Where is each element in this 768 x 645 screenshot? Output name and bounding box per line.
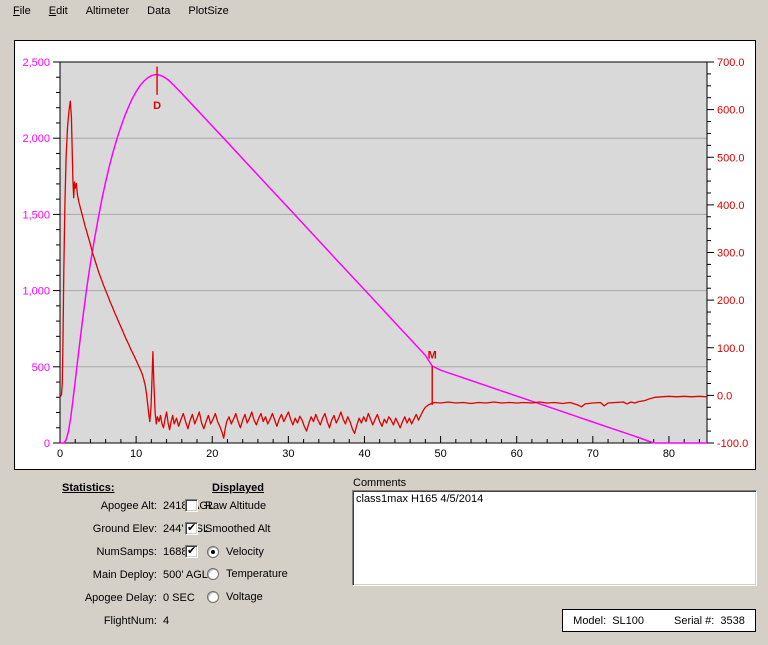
model-label: Model: (573, 615, 606, 627)
stat-label: FlightNum: (14, 615, 157, 627)
smoothed-alt-checkbox[interactable]: ✔ (185, 522, 198, 535)
model-serial-box: Model: SL100 Serial #: 3538 (562, 609, 756, 632)
displayed-title: Displayed (212, 482, 264, 494)
stat-label: Main Deploy: (14, 569, 157, 581)
raw-altitude-checkbox[interactable]: ✔ (185, 499, 198, 512)
stat-value: 4 (163, 615, 169, 627)
svg-text:50: 50 (434, 448, 446, 460)
svg-text:0: 0 (57, 448, 63, 460)
svg-text:500.0: 500.0 (717, 152, 745, 164)
menu-item-edit[interactable]: Edit (40, 2, 77, 20)
svg-text:200.0: 200.0 (717, 295, 745, 307)
serial-label: Serial #: (674, 615, 714, 627)
menu-bar: File Edit Altimeter Data PlotSize (0, 0, 768, 22)
comments-textarea[interactable]: class1max H165 4/5/2014 (352, 490, 757, 586)
svg-text:0.0: 0.0 (717, 390, 732, 402)
statistics-title: Statistics: (62, 482, 115, 494)
raw-altitude-row: ✔ Raw Altitude (185, 499, 266, 512)
svg-text:300.0: 300.0 (717, 248, 745, 260)
svg-text:700.0: 700.0 (717, 57, 745, 69)
stat-row-apogee-delay: Apogee Delay: 0 SEC (14, 592, 314, 604)
svg-text:10: 10 (130, 448, 142, 460)
svg-text:500: 500 (32, 362, 50, 374)
check-icon: ✔ (187, 544, 196, 557)
stat-row-apogee-alt: Apogee Alt: 2418' AGL (14, 500, 314, 512)
svg-text:2,500: 2,500 (22, 57, 50, 69)
svg-text:600.0: 600.0 (717, 105, 745, 117)
check-icon: ✔ (187, 521, 196, 534)
stat-value: 0 SEC (163, 592, 195, 604)
svg-text:30: 30 (282, 448, 294, 460)
voltage-radio[interactable] (207, 591, 219, 603)
voltage-row: Voltage (207, 591, 263, 603)
voltage-label: Voltage (226, 591, 263, 603)
temperature-row: Temperature (207, 568, 288, 580)
serial-value: 3538 (720, 615, 744, 627)
svg-text:0: 0 (44, 438, 50, 450)
menu-item-data[interactable]: Data (138, 2, 179, 20)
stat-row-flightnum: FlightNum: 4 (14, 615, 314, 627)
velocity-row: ✔ Velocity (185, 545, 264, 558)
menu-item-file[interactable]: File (4, 2, 40, 20)
velocity-label: Velocity (226, 546, 264, 558)
svg-text:40: 40 (358, 448, 370, 460)
svg-text:20: 20 (206, 448, 218, 460)
chart-panel: 05001,0001,5002,0002,500-100.00.0100.020… (14, 40, 756, 470)
svg-text:1,500: 1,500 (22, 209, 50, 221)
svg-text:80: 80 (663, 448, 675, 460)
svg-text:D: D (153, 100, 161, 112)
temperature-radio[interactable] (207, 568, 219, 580)
svg-text:M: M (428, 349, 437, 361)
temperature-label: Temperature (226, 568, 288, 580)
stat-row-numsamps: NumSamps: 1688 (14, 546, 314, 558)
svg-text:1,000: 1,000 (22, 286, 50, 298)
svg-text:2,000: 2,000 (22, 133, 50, 145)
model-value: SL100 (612, 615, 644, 627)
overlay-checkbox[interactable]: ✔ (185, 545, 198, 558)
stat-label: NumSamps: (14, 546, 157, 558)
svg-text:100.0: 100.0 (717, 343, 745, 355)
svg-text:400.0: 400.0 (717, 200, 745, 212)
svg-text:-100.0: -100.0 (717, 438, 748, 450)
stat-value: 500' AGL (163, 569, 208, 581)
comments-label: Comments (353, 477, 406, 489)
svg-text:70: 70 (587, 448, 599, 460)
menu-item-altimeter[interactable]: Altimeter (77, 2, 138, 20)
stat-value: 1688 (163, 546, 187, 558)
stat-label: Apogee Alt: (14, 500, 157, 512)
svg-text:60: 60 (511, 448, 523, 460)
smoothed-alt-label: Smoothed Alt (205, 523, 270, 535)
menu-item-plotsize[interactable]: PlotSize (179, 2, 237, 20)
stat-label: Apogee Delay: (14, 592, 157, 604)
smoothed-alt-row: ✔ Smoothed Alt (185, 522, 270, 535)
velocity-radio[interactable] (207, 546, 219, 558)
flight-chart: 05001,0001,5002,0002,500-100.00.0100.020… (15, 41, 753, 467)
stat-label: Ground Elev: (14, 523, 157, 535)
raw-altitude-label: Raw Altitude (205, 500, 266, 512)
